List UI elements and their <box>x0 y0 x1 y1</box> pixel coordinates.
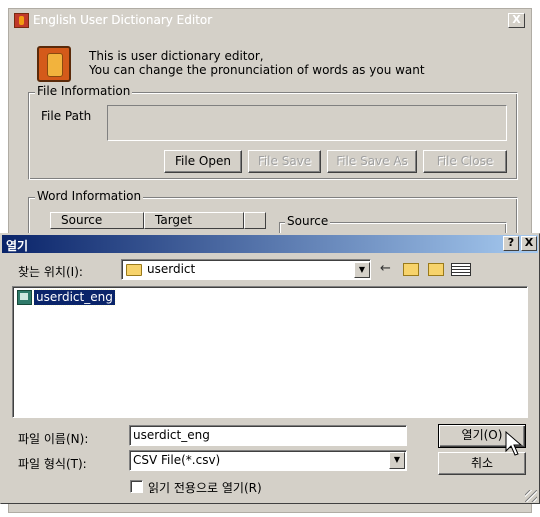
filetype-value: CSV File(*.csv) <box>133 453 221 467</box>
filename-label: 파일 이름(N): <box>18 432 89 446</box>
view-menu-icon[interactable] <box>451 263 471 276</box>
new-folder-icon[interactable] <box>428 263 444 276</box>
app-icon <box>14 13 29 28</box>
file-open-button[interactable]: File Open <box>164 150 242 173</box>
file-close-button[interactable]: File Close <box>423 150 507 173</box>
file-item-label: userdict_eng <box>33 289 116 306</box>
column-header-target[interactable]: Target <box>144 212 244 229</box>
open-dialog-title-bar: 열기 ? X <box>2 235 538 253</box>
column-header-source[interactable]: Source <box>50 212 144 229</box>
editor-title: English User Dictionary Editor <box>33 13 213 27</box>
file-save-button[interactable]: File Save <box>248 150 321 173</box>
help-button[interactable]: ? <box>503 236 519 251</box>
file-icon <box>17 290 32 305</box>
mouse-pointer-icon <box>505 431 523 456</box>
up-folder-icon[interactable] <box>403 263 419 276</box>
intro-text: This is user dictionary editor, You can … <box>89 49 425 77</box>
dictionary-book-icon <box>37 46 71 82</box>
chevron-down-icon[interactable]: ▼ <box>354 262 370 278</box>
filetype-combo[interactable]: CSV File(*.csv) ▼ <box>129 450 407 471</box>
filename-input[interactable]: userdict_eng <box>129 425 407 446</box>
file-path-field <box>107 105 507 141</box>
word-information-legend: Word Information <box>35 189 144 203</box>
open-dialog-title: 열기 <box>6 239 29 253</box>
filetype-label: 파일 형식(T): <box>18 457 87 471</box>
editor-title-bar: English User Dictionary Editor X <box>11 11 529 30</box>
open-dialog-close-button[interactable]: X <box>521 236 537 251</box>
look-in-value: userdict <box>147 262 196 276</box>
folder-icon <box>126 264 142 276</box>
look-in-label: 찾는 위치(I): <box>18 265 83 279</box>
column-header-empty <box>244 212 266 229</box>
source-legend: Source <box>285 214 331 228</box>
file-path-label: File Path <box>41 109 92 123</box>
readonly-label: 읽기 전용으로 열기(R) <box>148 481 262 495</box>
editor-close-button[interactable]: X <box>508 13 525 28</box>
back-arrow-icon[interactable]: ← <box>380 261 391 277</box>
chevron-down-icon[interactable]: ▼ <box>389 452 405 469</box>
file-save-as-button[interactable]: File Save As <box>327 150 417 173</box>
file-information-legend: File Information <box>35 84 133 98</box>
resize-grip[interactable] <box>525 490 537 502</box>
file-list[interactable]: userdict_eng <box>12 286 528 418</box>
readonly-checkbox[interactable] <box>130 480 143 493</box>
look-in-combo[interactable]: userdict ▼ <box>121 259 371 280</box>
